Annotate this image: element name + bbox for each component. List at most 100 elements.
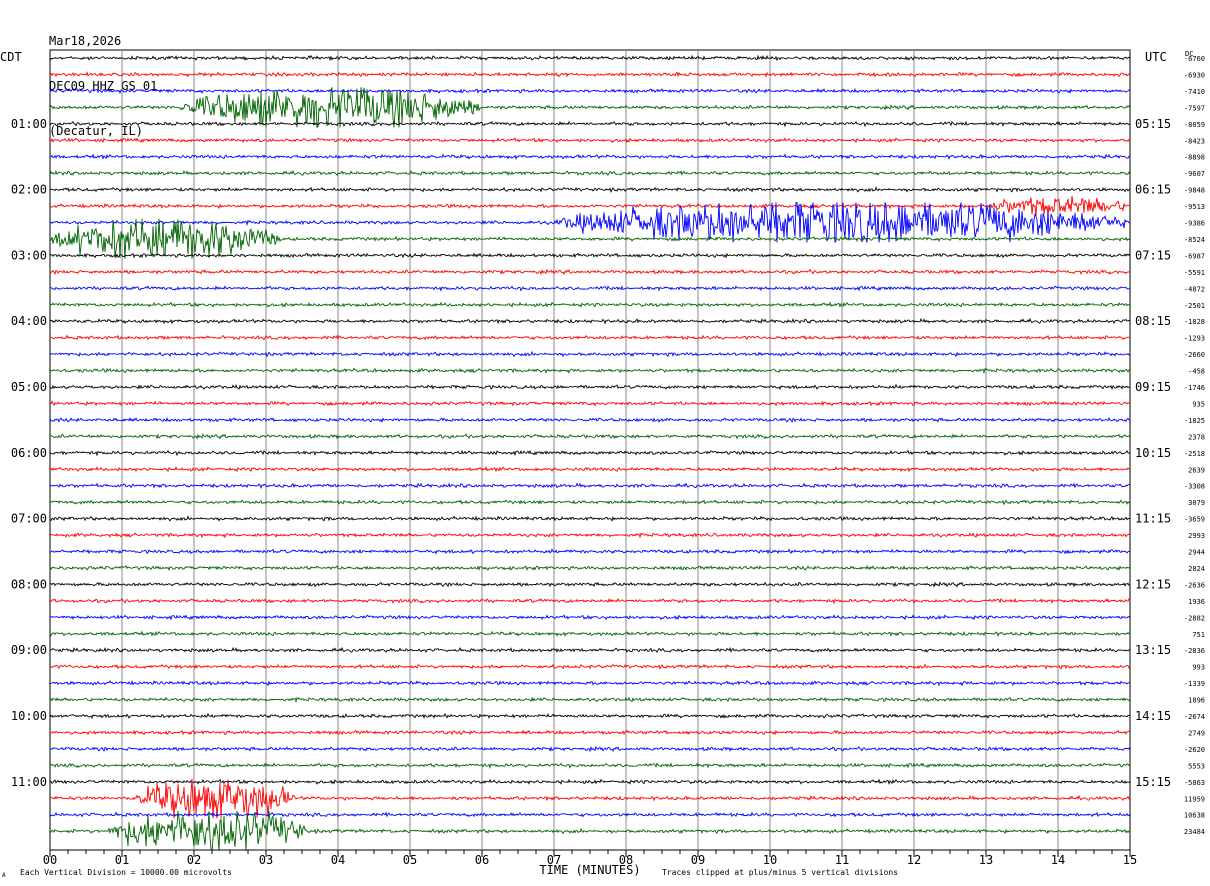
seismic-trace [49, 88, 1131, 95]
left-time-label: 08:00 [11, 577, 47, 591]
seismic-trace [49, 778, 1131, 785]
seismic-trace [49, 680, 1131, 687]
seismic-trace [49, 466, 1131, 473]
trace-dc-offset-label: -1339 [1184, 680, 1205, 688]
trace-dc-offset-label: 11959 [1184, 795, 1205, 803]
trace-dc-offset-label: -8059 [1184, 121, 1205, 129]
trace-dc-offset-label: -7410 [1184, 88, 1205, 96]
x-tick-label: 01 [115, 853, 129, 867]
trace-dc-offset-label: -2674 [1184, 713, 1205, 721]
x-tick-label: 05 [403, 853, 417, 867]
seismic-trace [49, 581, 1131, 588]
trace-dc-offset-label: -7597 [1184, 104, 1205, 112]
seismic-trace [49, 597, 1131, 605]
trace-dc-offset-label: -8898 [1184, 154, 1205, 162]
trace-dc-offset-label: -9513 [1184, 203, 1205, 211]
seismic-trace [49, 137, 1131, 144]
seismic-trace [49, 449, 1131, 457]
seismic-trace [49, 400, 1131, 407]
right-time-label: 13:15 [1135, 643, 1171, 657]
scale-note: Each Vertical Division = 10000.00 microv… [20, 868, 232, 877]
seismic-trace [49, 515, 1131, 522]
trace-dc-offset-label: 5553 [1188, 762, 1205, 770]
trace-dc-offset-label: -3659 [1184, 516, 1205, 524]
trace-dc-offset-label: -2882 [1184, 614, 1205, 622]
trace-dc-offset-label: 993 [1192, 664, 1205, 672]
right-time-label: 06:15 [1135, 183, 1171, 197]
seismic-trace [49, 153, 1131, 160]
right-time-label: 09:15 [1135, 380, 1171, 394]
left-time-label: 10:00 [11, 709, 47, 723]
seismic-trace [49, 367, 1131, 375]
seismic-trace [49, 317, 1131, 325]
trace-dc-offset-label: -2660 [1184, 351, 1205, 359]
x-tick-label: 11 [835, 853, 849, 867]
seismic-trace [49, 186, 1131, 193]
right-time-label: 12:15 [1135, 577, 1171, 591]
seismic-trace [49, 87, 1131, 129]
trace-dc-offset-label: 3079 [1188, 499, 1205, 507]
trace-dc-offset-label: -2620 [1184, 746, 1205, 754]
trace-dc-offset-label: 2378 [1188, 433, 1205, 441]
trace-dc-offset-label: 751 [1192, 631, 1205, 639]
trace-dc-offset-label: -9386 [1184, 220, 1205, 228]
trace-dc-offset-label: 2824 [1188, 565, 1205, 573]
seismic-trace [49, 383, 1131, 391]
seismic-trace [50, 745, 1131, 753]
x-tick-label: 03 [259, 853, 273, 867]
x-tick-label: 12 [907, 853, 921, 867]
right-time-label: 08:15 [1135, 314, 1171, 328]
x-axis-title: TIME (MINUTES) [539, 863, 640, 877]
seismic-trace [49, 71, 1131, 78]
trace-dc-offset-label: 2944 [1188, 549, 1205, 557]
seismic-trace [49, 54, 1131, 62]
trace-dc-offset-label: -5863 [1184, 779, 1205, 787]
seismic-trace [49, 417, 1131, 424]
seismic-trace [49, 195, 1131, 216]
left-time-label: 02:00 [11, 183, 47, 197]
seismic-trace [49, 334, 1131, 341]
left-time-label: 03:00 [11, 248, 47, 262]
x-tick-label: 10 [763, 853, 777, 867]
left-time-label: 07:00 [11, 512, 47, 526]
seismic-trace [49, 614, 1131, 621]
trace-dc-offset-label: -1293 [1184, 335, 1205, 343]
x-tick-label: 14 [1051, 853, 1065, 867]
trace-dc-offset-label: 2639 [1188, 466, 1205, 474]
trace-dc-offset-label: -4872 [1184, 285, 1205, 293]
trace-dc-offset-label: -6930 [1184, 71, 1205, 79]
left-time-label: 11:00 [11, 775, 47, 789]
seismic-trace [49, 565, 1131, 572]
trace-dc-offset-label: -1828 [1184, 318, 1205, 326]
trace-dc-offset-label: 2993 [1188, 532, 1205, 540]
seismic-trace [49, 630, 1131, 637]
left-time-label: 04:00 [11, 314, 47, 328]
trace-dc-offset-label: -8524 [1184, 236, 1205, 244]
seismic-trace [50, 811, 1131, 852]
seismic-trace [49, 712, 1131, 720]
seismic-trace [49, 499, 1131, 506]
trace-dc-offset-label: -2518 [1184, 450, 1205, 458]
trace-dc-offset-label: -2501 [1184, 302, 1205, 310]
seismic-trace [49, 532, 1131, 539]
x-tick-label: 13 [979, 853, 993, 867]
trace-dc-offset-label: -5591 [1184, 269, 1205, 277]
right-time-label: 14:15 [1135, 709, 1171, 723]
seismic-trace [49, 811, 1131, 818]
trace-dc-offset-label: 23484 [1184, 828, 1205, 836]
seismic-trace [49, 729, 1131, 736]
right-time-label: 15:15 [1135, 775, 1171, 789]
x-tick-label: 15 [1123, 853, 1137, 867]
seismic-trace [49, 663, 1131, 670]
seismic-trace [49, 433, 1131, 440]
corner-mark: A [2, 872, 6, 879]
trace-dc-offset-label: 1936 [1188, 598, 1205, 606]
seismic-trace [49, 301, 1131, 308]
seismic-trace [49, 482, 1131, 489]
trace-dc-offset-label: -2636 [1184, 581, 1205, 589]
plot-frame [49, 49, 1131, 851]
left-time-label: 05:00 [11, 380, 47, 394]
left-time-label: 06:00 [11, 446, 47, 460]
seismic-trace [49, 696, 1131, 704]
seismic-trace [49, 268, 1130, 276]
